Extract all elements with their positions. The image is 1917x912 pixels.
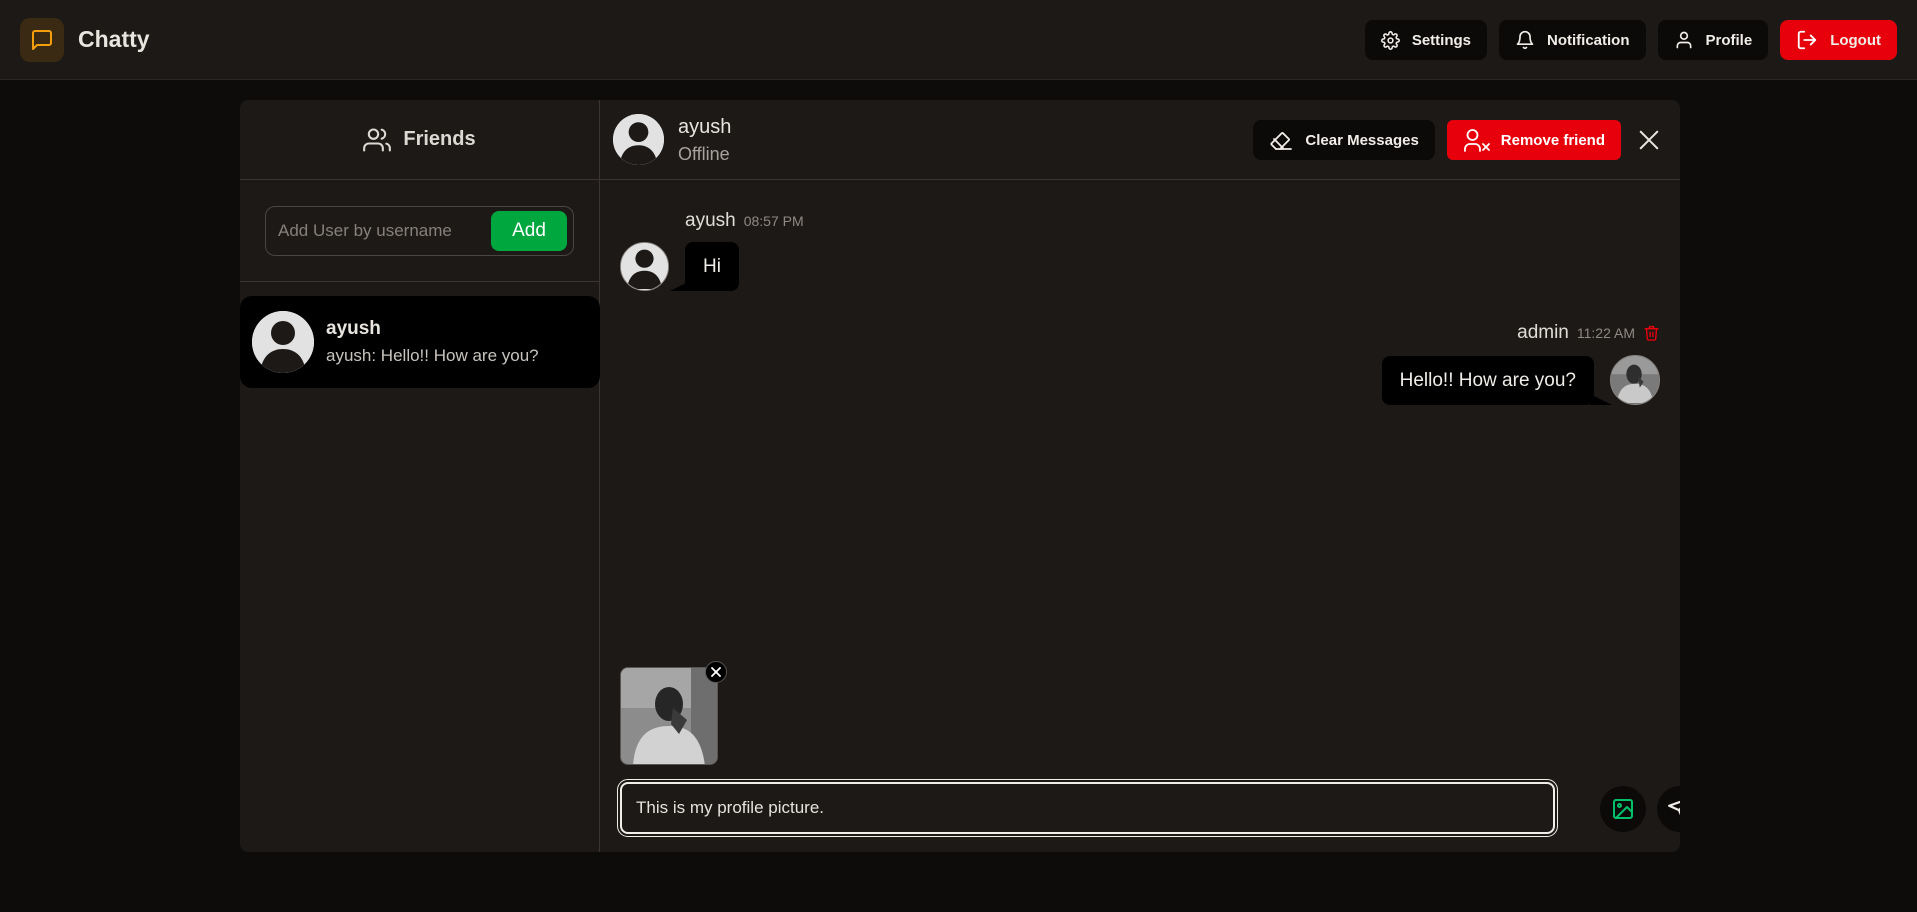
message-square-icon — [20, 17, 64, 62]
message-bubble: Hello!! How are you? — [1381, 356, 1594, 405]
friend-list-item[interactable]: ayush ayush: Hello!! How are you? — [240, 296, 600, 388]
brand[interactable]: Chatty — [20, 17, 150, 62]
top-bar: Chatty Settings Notification Profile Log… — [0, 0, 1917, 80]
message-meta: ayush 08:57 PM — [685, 210, 804, 232]
add-user-button[interactable]: Add — [491, 211, 567, 251]
remove-friend-label: Remove friend — [1500, 131, 1605, 149]
add-user-area: Add — [240, 180, 599, 282]
send-icon[interactable] — [1657, 786, 1680, 832]
trash-icon[interactable] — [1643, 324, 1660, 342]
message-bubble: Hi — [685, 242, 739, 291]
message-input[interactable] — [622, 784, 1553, 832]
clear-messages-button[interactable]: Clear Messages — [1253, 120, 1435, 160]
logout-icon — [1796, 29, 1818, 51]
image-preview — [620, 667, 718, 765]
message-sender: admin — [1517, 322, 1569, 343]
sender-avatar — [620, 242, 669, 291]
close-icon[interactable] — [1633, 124, 1665, 156]
profile-label: Profile — [1705, 31, 1753, 49]
sidebar-title: Friends — [403, 128, 476, 150]
eraser-icon — [1269, 128, 1293, 152]
top-nav: Settings Notification Profile Logout — [1364, 20, 1897, 60]
users-icon — [363, 126, 392, 154]
app-name: Chatty — [78, 26, 150, 52]
user-icon — [1674, 30, 1694, 50]
chat-header-actions: Clear Messages Remove friend — [1253, 120, 1665, 160]
image-icon[interactable] — [1600, 786, 1646, 832]
chat-pane: ayush Offline Clear Messages Remove frie… — [600, 100, 1680, 852]
message-meta: admin 11:22 AM — [1517, 322, 1660, 344]
contact-status: Offline — [678, 144, 730, 164]
add-user-input[interactable] — [278, 215, 478, 247]
friend-last-message: ayush: Hello!! How are you? — [326, 346, 539, 365]
add-user-form: Add — [265, 206, 574, 256]
settings-label: Settings — [1411, 31, 1471, 49]
sidebar-header: Friends — [240, 100, 599, 180]
notification-button[interactable]: Notification — [1499, 20, 1646, 60]
remove-preview-icon[interactable] — [705, 661, 727, 683]
settings-button[interactable]: Settings — [1364, 20, 1487, 60]
chat-header: ayush Offline Clear Messages Remove frie… — [600, 100, 1680, 180]
message-time: 11:22 AM — [1576, 325, 1635, 341]
friends-sidebar: Friends Add ayush ayush: Hello!! How are… — [240, 100, 600, 852]
clear-messages-label: Clear Messages — [1305, 131, 1419, 149]
message-outgoing: admin 11:22 AM Hello!! How are you? — [1260, 322, 1660, 412]
logout-label: Logout — [1830, 31, 1881, 49]
logout-button[interactable]: Logout — [1780, 20, 1897, 60]
gear-icon — [1380, 30, 1400, 50]
bell-icon — [1515, 30, 1535, 50]
contact-name: ayush — [678, 116, 732, 138]
avatar — [252, 311, 314, 373]
chat-container: Friends Add ayush ayush: Hello!! How are… — [240, 100, 1680, 852]
message-sender: ayush — [685, 210, 736, 231]
friend-name: ayush — [326, 318, 381, 339]
user-x-icon — [1463, 127, 1491, 153]
message-time: 08:57 PM — [743, 213, 804, 229]
message-composer — [617, 779, 1558, 837]
remove-friend-button[interactable]: Remove friend — [1446, 120, 1621, 160]
contact-avatar[interactable] — [613, 114, 664, 165]
profile-button[interactable]: Profile — [1657, 20, 1769, 60]
friend-info: ayush ayush: Hello!! How are you? — [326, 318, 539, 366]
notification-label: Notification — [1547, 31, 1630, 49]
sender-avatar — [1610, 355, 1660, 405]
